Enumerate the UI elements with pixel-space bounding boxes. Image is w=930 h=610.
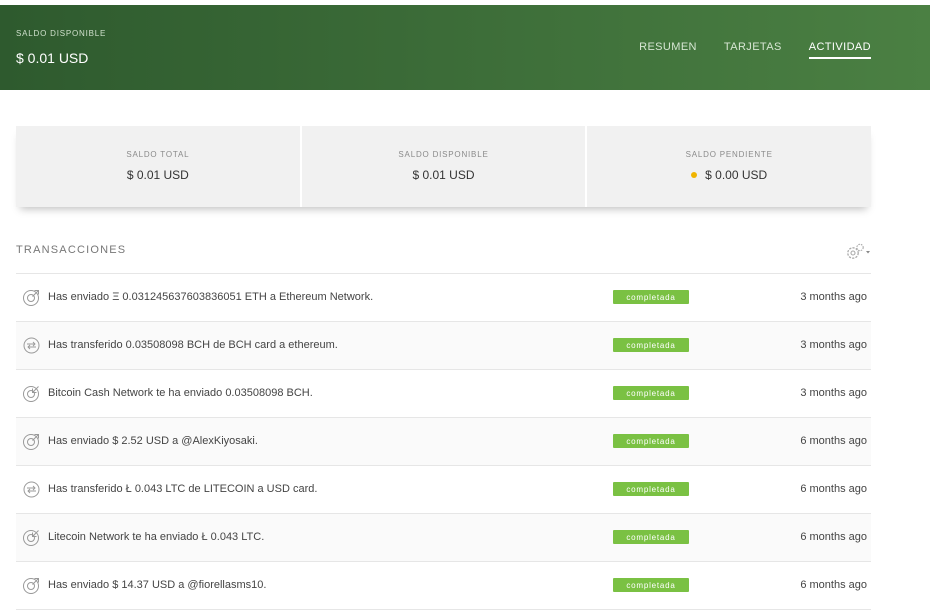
transaction-row[interactable]: Has enviado Ξ 0.031245637603836051 ETH a… [16,274,871,322]
transaction-row[interactable]: Has enviado $ 14.37 USD a @fiorellasms10… [16,562,871,610]
send-icon [22,576,41,595]
transaction-description: Has transferido Ł 0.043 LTC de LITECOIN … [48,483,318,495]
status-badge: completada [613,530,689,544]
account-header: SALDO DISPONIBLE $ 0.01 USD RESUMEN TARJ… [0,5,930,90]
transaction-description: Litecoin Network te ha enviado Ł 0.043 L… [48,531,265,543]
status-badge: completada [613,434,689,448]
receive-icon [22,528,41,547]
header-balance-value: $ 0.01 USD [16,50,89,66]
status-badge: completada [613,290,689,304]
transaction-time: 3 months ago [800,339,867,351]
receive-icon [22,384,41,403]
transactions-title: TRANSACCIONES [16,244,127,256]
card-label: SALDO PENDIENTE [685,150,773,159]
transactions-list: Has enviado Ξ 0.031245637603836051 ETH a… [16,273,871,610]
transfer-icon [22,336,41,355]
status-badge: completada [613,482,689,496]
card-value: $ 0.00 USD [705,168,768,182]
send-icon [22,288,41,307]
transaction-time: 6 months ago [800,483,867,495]
transfer-icon [22,480,41,499]
transaction-row[interactable]: Has enviado $ 2.52 USD a @AlexKiyosaki. … [16,418,871,466]
tab-resumen[interactable]: RESUMEN [639,41,697,59]
card-value: $ 0.01 USD [126,168,189,182]
transaction-row[interactable]: Has transferido Ł 0.043 LTC de LITECOIN … [16,466,871,514]
status-badge: completada [613,386,689,400]
send-icon [22,432,41,451]
transaction-description: Has enviado $ 2.52 USD a @AlexKiyosaki. [48,435,258,447]
card-value: $ 0.01 USD [412,168,475,182]
transaction-row[interactable]: Has transferido 0.03508098 BCH de BCH ca… [16,322,871,370]
transaction-time: 6 months ago [800,579,867,591]
transaction-time: 6 months ago [800,531,867,543]
gear-icon[interactable] [844,243,872,261]
transaction-row[interactable]: Bitcoin Cash Network te ha enviado 0.035… [16,370,871,418]
transaction-description: Has enviado Ξ 0.031245637603836051 ETH a… [48,291,374,303]
balance-summary: SALDO TOTAL $ 0.01 USD SALDO DISPONIBLE … [16,126,872,207]
status-badge: completada [613,338,689,352]
card-saldo-disponible: SALDO DISPONIBLE $ 0.01 USD [301,126,586,207]
card-saldo-pendiente: SALDO PENDIENTE $ 0.00 USD [587,126,872,207]
transaction-row[interactable]: Litecoin Network te ha enviado Ł 0.043 L… [16,514,871,562]
pending-status-dot [691,171,698,178]
status-badge: completada [613,578,689,592]
tab-actividad[interactable]: ACTIVIDAD [808,41,871,59]
header-balance-label: SALDO DISPONIBLE [16,29,107,38]
card-saldo-total: SALDO TOTAL $ 0.01 USD [16,126,300,207]
transaction-time: 3 months ago [800,387,867,399]
transaction-description: Has enviado $ 14.37 USD a @fiorellasms10… [48,579,267,591]
transaction-description: Bitcoin Cash Network te ha enviado 0.035… [48,387,313,399]
transaction-time: 6 months ago [800,435,867,447]
transaction-description: Has transferido 0.03508098 BCH de BCH ca… [48,339,338,351]
card-value-wrapper: $ 0.00 USD [587,168,871,182]
main-nav: RESUMEN TARJETAS ACTIVIDAD [639,41,871,59]
card-label: SALDO DISPONIBLE [398,150,489,159]
card-label: SALDO TOTAL [126,150,190,159]
tab-tarjetas[interactable]: TARJETAS [724,41,782,59]
transaction-time: 3 months ago [800,291,867,303]
